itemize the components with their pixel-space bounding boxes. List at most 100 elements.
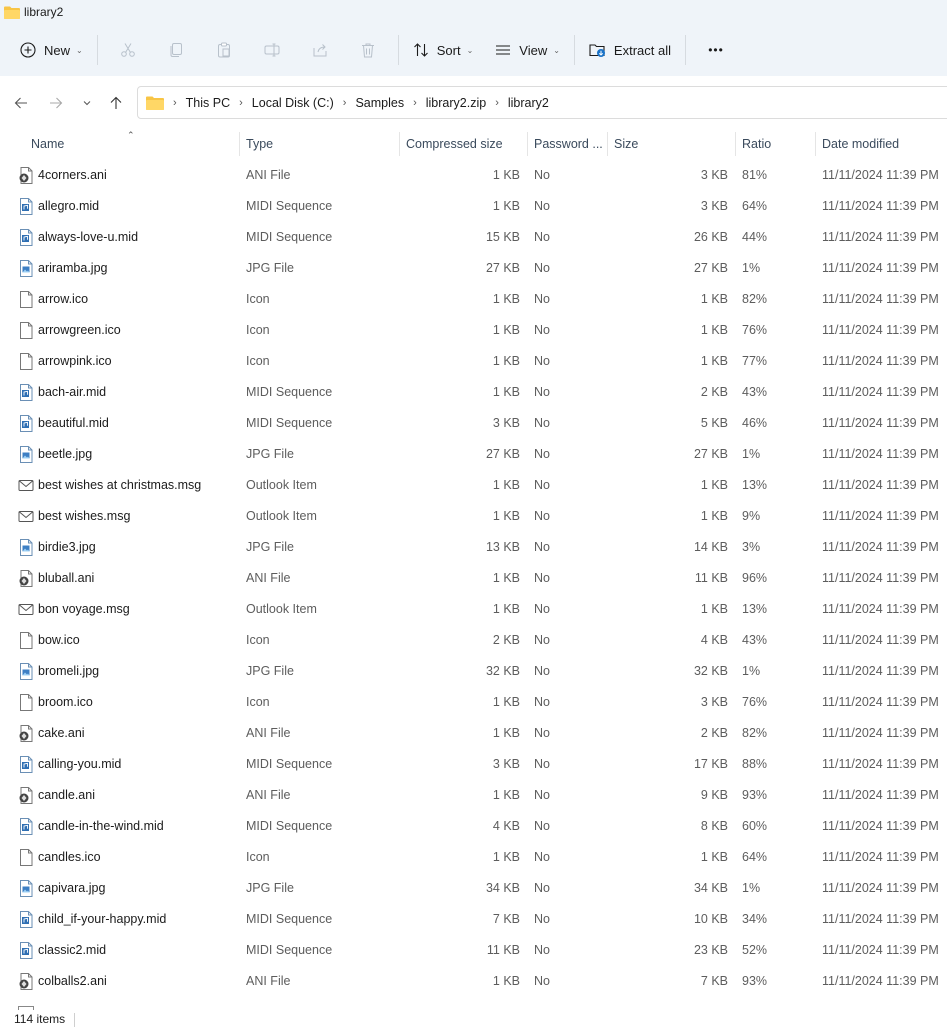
- file-ratio: 13%: [742, 478, 768, 492]
- file-date-modified: 11/11/2024 11:39 PM: [822, 261, 939, 275]
- column-divider[interactable]: [239, 132, 240, 156]
- arrow-up-icon: [110, 96, 122, 109]
- file-row[interactable]: 4corners.ani ANI File 1 KB No 3 KB 81% 11/11/2…: [0, 160, 947, 191]
- column-password[interactable]: Password ...: [534, 137, 603, 151]
- file-size: 11 KB: [694, 571, 728, 585]
- file-type: ANI File: [246, 726, 291, 740]
- back-button[interactable]: [9, 92, 33, 114]
- file-size: 3 KB: [700, 199, 728, 213]
- recent-locations-button[interactable]: [75, 92, 99, 114]
- file-type: Icon: [246, 354, 270, 368]
- status-divider: [74, 1013, 75, 1027]
- file-row[interactable]: bach-air.mid MIDI Sequence 1 KB No 2 KB 43% 11…: [0, 377, 947, 408]
- file-row[interactable]: child_if-your-happy.mid MIDI Sequence 7 KB…: [0, 904, 947, 935]
- share-button[interactable]: [296, 33, 344, 67]
- file-ratio: 60%: [742, 819, 768, 833]
- blank-file-icon: [18, 694, 34, 711]
- file-row[interactable]: best wishes.msg Outlook Item 1 KB No 1 KB 9% 1…: [0, 501, 947, 532]
- file-row[interactable]: candles.ico Icon 1 KB No 1 KB 64% 11/11/2024 1…: [0, 842, 947, 873]
- breadcrumb-this-pc[interactable]: This PC: [186, 96, 230, 110]
- file-row[interactable]: candle-in-the-wind.mid MIDI Sequence 4 KB N…: [0, 811, 947, 842]
- file-ratio: 9%: [742, 509, 761, 523]
- ani-file-icon: [18, 725, 34, 742]
- up-button[interactable]: [104, 92, 128, 114]
- blank-file-icon: [18, 291, 34, 308]
- file-name: arrowgreen.ico: [38, 323, 121, 337]
- file-row[interactable]: beautiful.mid MIDI Sequence 3 KB No 5 KB 46% 1…: [0, 408, 947, 439]
- column-divider[interactable]: [815, 132, 816, 156]
- file-date-modified: 11/11/2024 11:39 PM: [822, 540, 939, 554]
- file-type: ANI File: [246, 974, 291, 988]
- column-divider[interactable]: [607, 132, 608, 156]
- more-icon: •••: [708, 43, 724, 57]
- copy-button[interactable]: [152, 33, 200, 67]
- file-row[interactable]: bluball.ani ANI File 1 KB No 11 KB 96% 11/11/2…: [0, 563, 947, 594]
- forward-button[interactable]: [44, 92, 68, 114]
- breadcrumb-library2-zip[interactable]: library2.zip: [426, 96, 486, 110]
- file-name: colballs2.ani: [38, 974, 107, 988]
- file-type: Outlook Item: [246, 602, 317, 616]
- file-row[interactable]: bow.ico Icon 2 KB No 4 KB 43% 11/11/2024 11:39…: [0, 625, 947, 656]
- file-size: 17 KB: [693, 757, 728, 771]
- file-ratio: 93%: [742, 974, 768, 988]
- file-row[interactable]: bon voyage.msg Outlook Item 1 KB No 1 KB 13% 1…: [0, 594, 947, 625]
- file-name: 4corners.ani: [38, 168, 107, 182]
- file-compressed-size: 1 KB: [492, 602, 520, 616]
- column-divider[interactable]: [399, 132, 400, 156]
- file-row[interactable]: cake.ani ANI File 1 KB No 2 KB 82% 11/11/2024 …: [0, 718, 947, 749]
- extract-all-button[interactable]: Extract all: [581, 33, 679, 67]
- new-button[interactable]: New ⌄: [12, 33, 91, 67]
- file-row[interactable]: arrowgreen.ico Icon 1 KB No 1 KB 76% 11/11/202…: [0, 315, 947, 346]
- cut-button[interactable]: [104, 33, 152, 67]
- paste-button[interactable]: [200, 33, 248, 67]
- breadcrumb-library2[interactable]: library2: [508, 96, 549, 110]
- file-row[interactable]: colballs2.ani ANI File 1 KB No 7 KB 93% 11/11/…: [0, 966, 947, 997]
- file-name: bach-air.mid: [38, 385, 107, 399]
- column-size[interactable]: Size: [614, 137, 638, 151]
- breadcrumb-samples[interactable]: Samples: [355, 96, 404, 110]
- column-date-modified[interactable]: Date modified: [822, 137, 899, 151]
- file-date-modified: 11/11/2024 11:39 PM: [822, 633, 939, 647]
- file-row[interactable]: beetle.jpg JPG File 27 KB No 27 KB 1% 11/11/20…: [0, 439, 947, 470]
- file-row[interactable]: best wishes at christmas.msg Outlook Item…: [0, 470, 947, 501]
- file-row[interactable]: always-love-u.mid MIDI Sequence 15 KB No 26 …: [0, 222, 947, 253]
- file-row[interactable]: arrowpink.ico Icon 1 KB No 1 KB 77% 11/11/2024…: [0, 346, 947, 377]
- breadcrumb-local-disk[interactable]: Local Disk (C:): [252, 96, 334, 110]
- file-type: MIDI Sequence: [246, 819, 333, 833]
- file-row[interactable]: broom.ico Icon 1 KB No 3 KB 76% 11/11/2024 11:…: [0, 687, 947, 718]
- file-password: No: [534, 230, 550, 244]
- breadcrumb-separator-icon: ›: [173, 96, 177, 109]
- sort-icon: [413, 43, 428, 57]
- file-type: MIDI Sequence: [246, 943, 333, 957]
- file-row[interactable]: classic2.mid MIDI Sequence 11 KB No 23 KB 52%…: [0, 935, 947, 966]
- file-compressed-size: 2 KB: [492, 633, 520, 647]
- file-row[interactable]: candle.ani ANI File 1 KB No 9 KB 93% 11/11/202…: [0, 780, 947, 811]
- file-name: arrowpink.ico: [38, 354, 112, 368]
- rename-button[interactable]: [248, 33, 296, 67]
- column-name[interactable]: Name: [31, 137, 64, 151]
- file-row[interactable]: allegro.mid MIDI Sequence 1 KB No 3 KB 64% 11/…: [0, 191, 947, 222]
- file-compressed-size: 1 KB: [492, 199, 520, 213]
- file-row[interactable]: capivara.jpg JPG File 34 KB No 34 KB 1% 11/11/…: [0, 873, 947, 904]
- file-row[interactable]: arrow.ico Icon 1 KB No 1 KB 82% 11/11/2024 11:…: [0, 284, 947, 315]
- column-type[interactable]: Type: [246, 137, 273, 151]
- column-compressed-size[interactable]: Compressed size: [406, 137, 503, 151]
- file-size: 9 KB: [700, 788, 728, 802]
- file-row[interactable]: birdie3.jpg JPG File 13 KB No 14 KB 3% 11/11/2…: [0, 532, 947, 563]
- column-ratio[interactable]: Ratio: [742, 137, 771, 151]
- view-button[interactable]: View ⌄: [487, 33, 568, 67]
- file-row[interactable]: ariramba.jpg JPG File 27 KB No 27 KB 1% 11/11/…: [0, 253, 947, 284]
- more-options-button[interactable]: •••: [692, 33, 740, 67]
- file-type: ANI File: [246, 788, 291, 802]
- column-divider[interactable]: [735, 132, 736, 156]
- file-compressed-size: 4 KB: [492, 819, 520, 833]
- file-row[interactable]: calling-you.mid MIDI Sequence 3 KB No 17 KB 8…: [0, 749, 947, 780]
- file-ratio: 46%: [742, 416, 768, 430]
- column-divider[interactable]: [527, 132, 528, 156]
- address-bar[interactable]: › This PC › Local Disk (C:) › Samples › …: [137, 86, 947, 119]
- delete-button[interactable]: [344, 33, 392, 67]
- file-date-modified: 11/11/2024 11:39 PM: [822, 974, 939, 988]
- sort-button[interactable]: Sort ⌄: [405, 33, 482, 67]
- file-row[interactable]: bromeli.jpg JPG File 32 KB No 32 KB 1% 11/11/2…: [0, 656, 947, 687]
- file-date-modified: 11/11/2024 11:39 PM: [822, 509, 939, 523]
